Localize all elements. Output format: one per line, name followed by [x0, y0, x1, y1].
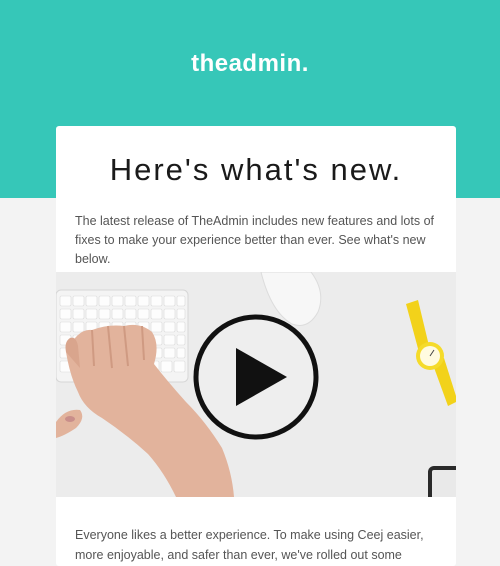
brand-logo: theadmin.	[191, 50, 309, 77]
intro-text: The latest release of TheAdmin includes …	[75, 214, 435, 266]
video-thumbnail[interactable]	[56, 272, 456, 497]
headline: Here's what's new.	[109, 152, 403, 187]
video-scene	[56, 272, 456, 497]
phone-image	[428, 466, 456, 497]
play-icon	[193, 314, 319, 440]
body-text: Everyone likes a better experience. To m…	[75, 528, 424, 562]
email-card: Here's what's new. The latest release of…	[56, 126, 456, 566]
